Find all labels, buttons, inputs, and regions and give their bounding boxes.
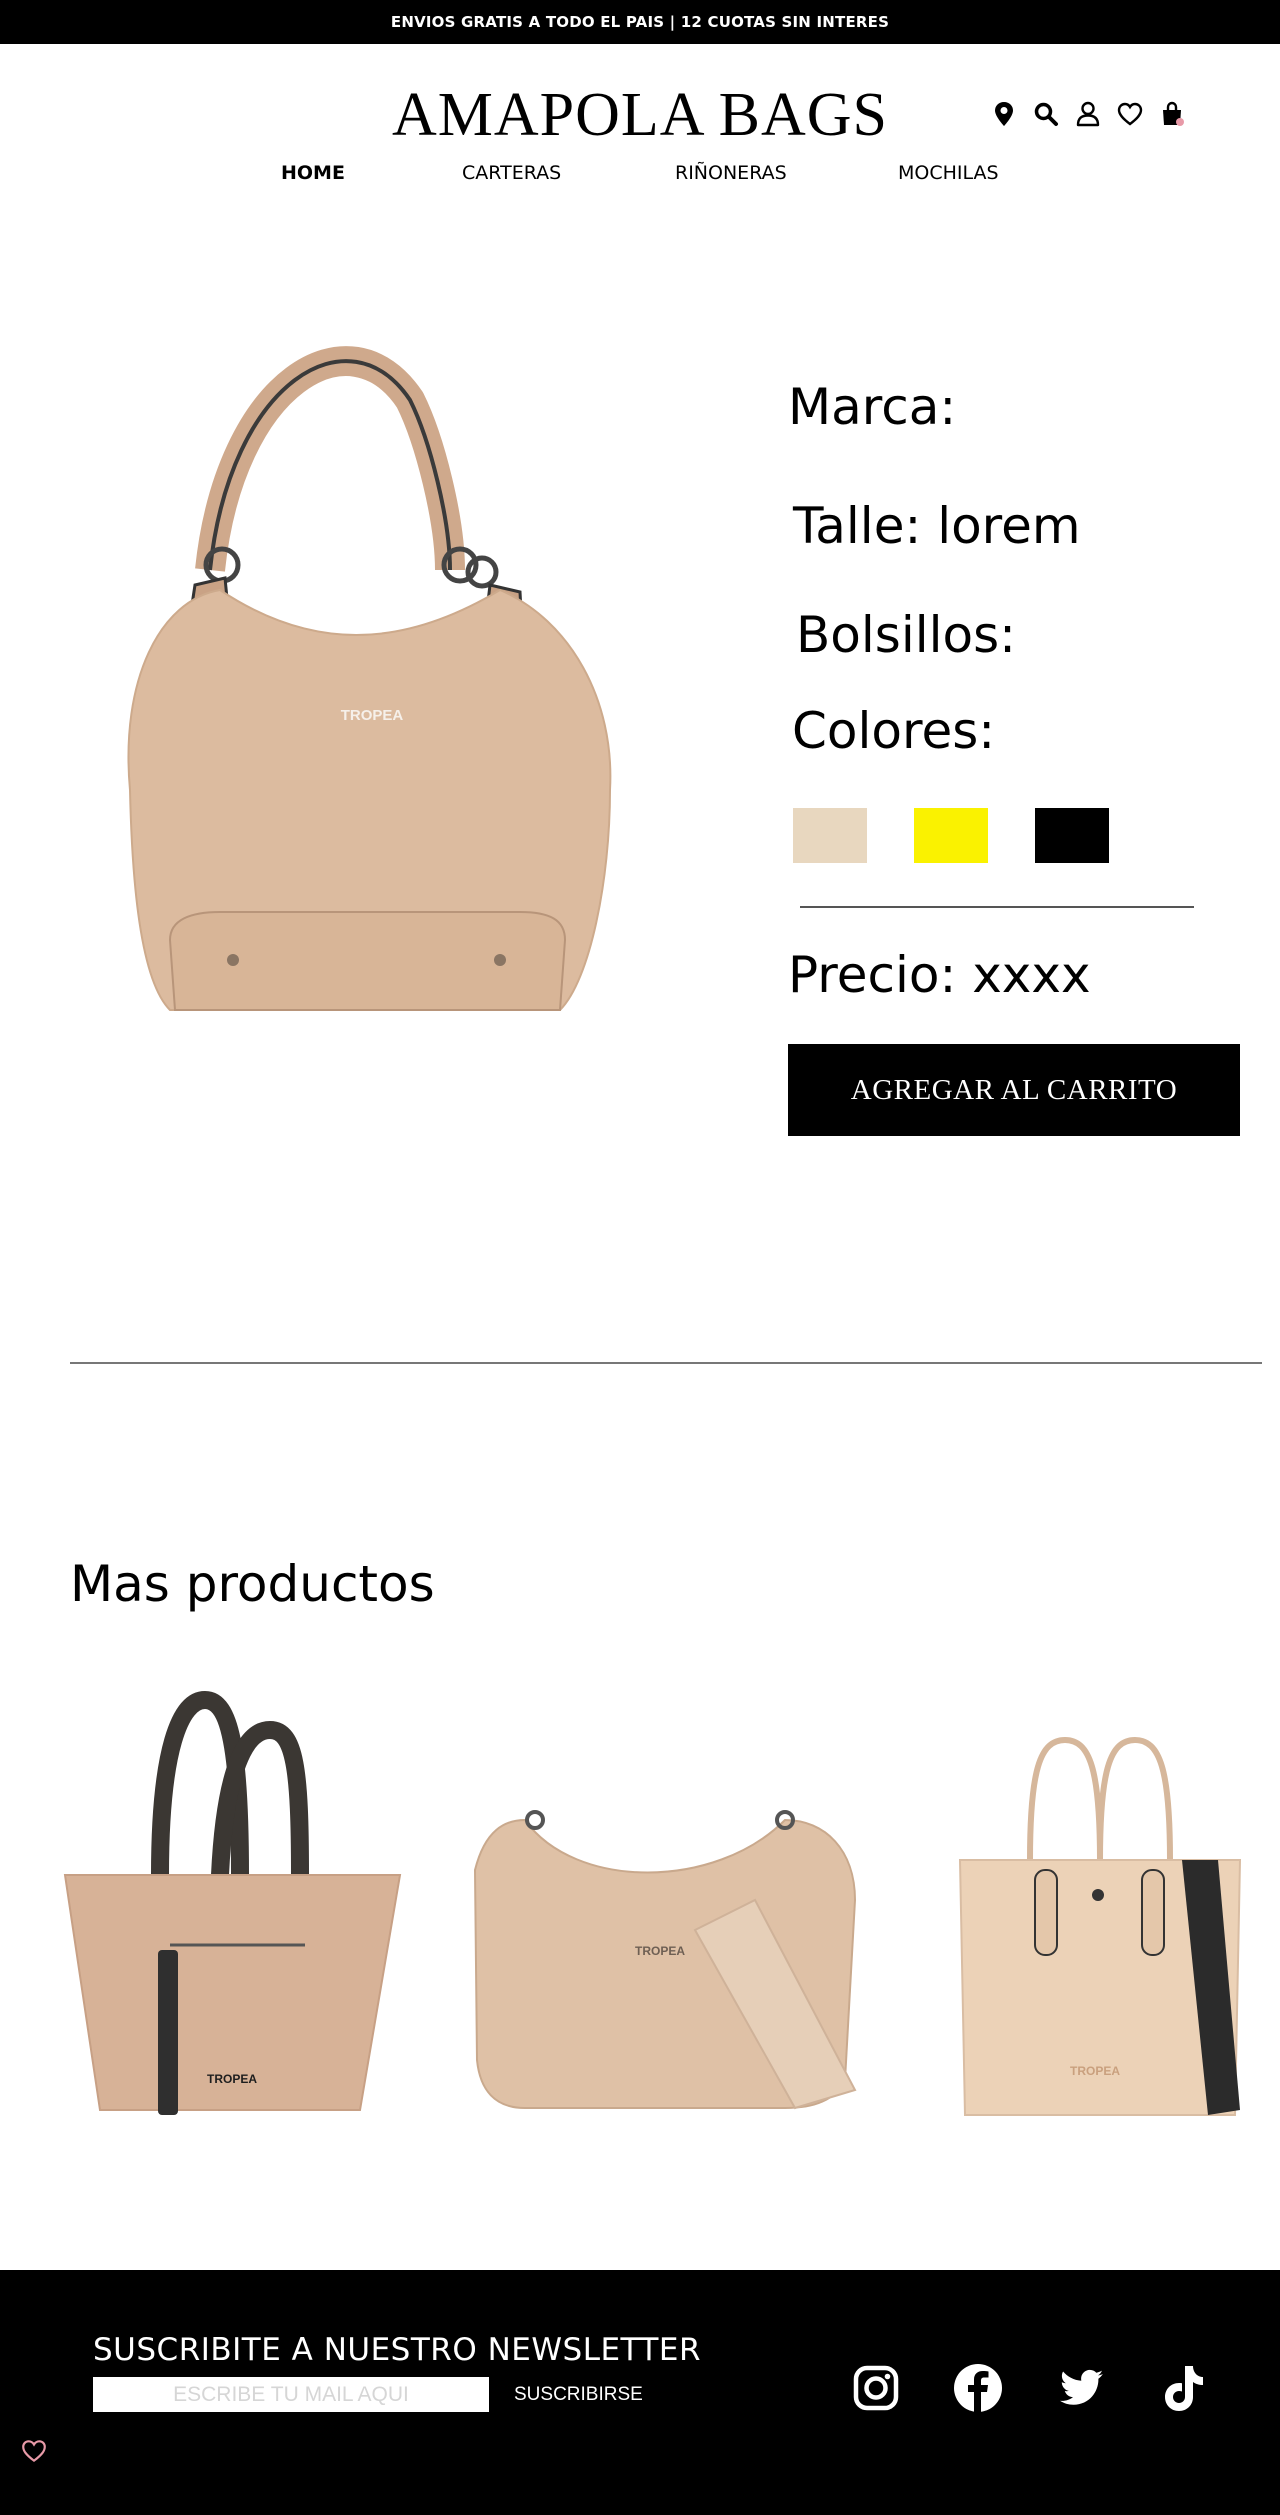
color-swatch-beige[interactable] xyxy=(793,808,867,863)
product-card-brand: TROPEA xyxy=(1070,2064,1120,2078)
product-card-brand: TROPEA xyxy=(207,2072,257,2086)
search-icon[interactable] xyxy=(1032,100,1060,128)
product-image-brand: TROPEA xyxy=(341,707,404,724)
promo-text: ENVIOS GRATIS A TODO EL PAIS | 12 CUOTAS… xyxy=(390,13,890,31)
nav-item-carteras[interactable]: CARTERAS xyxy=(462,162,561,184)
user-icon[interactable] xyxy=(1074,100,1102,128)
nav-item-mochilas[interactable]: MOCHILAS xyxy=(898,162,999,184)
newsletter-email-input[interactable] xyxy=(93,2377,489,2412)
product-card-brand: TROPEA xyxy=(635,1944,685,1958)
product-image[interactable]: TROPEA xyxy=(110,320,630,1040)
product-card[interactable]: TROPEA xyxy=(60,1690,405,2130)
cart-badge xyxy=(1176,118,1184,126)
subscribe-button[interactable]: SUSCRIBIRSE xyxy=(514,2378,643,2412)
shopping-bag-icon[interactable] xyxy=(1158,100,1186,128)
main-nav: HOME CARTERAS RIÑONERAS MOCHILAS xyxy=(0,162,1280,192)
section-divider xyxy=(70,1362,1262,1364)
product-pockets: Bolsillos: xyxy=(796,606,1016,664)
product-size: Talle: lorem xyxy=(793,497,1081,555)
add-to-cart-button[interactable]: AGREGAR AL CARRITO xyxy=(788,1044,1240,1136)
nav-item-rinoneras[interactable]: RIÑONERAS xyxy=(675,162,787,184)
product-price: Precio: xxxx xyxy=(788,946,1091,1004)
footer: SUSCRIBITE A NUESTRO NEWSLETTER SUSCRIBI… xyxy=(0,2270,1280,2515)
newsletter-title: SUSCRIBITE A NUESTRO NEWSLETTER xyxy=(93,2332,702,2368)
favorite-heart-icon[interactable] xyxy=(20,2438,48,2466)
color-swatch-yellow[interactable] xyxy=(914,808,988,863)
header-icons xyxy=(990,100,1186,128)
instagram-icon[interactable] xyxy=(848,2360,904,2416)
heart-icon[interactable] xyxy=(1116,100,1144,128)
location-icon[interactable] xyxy=(990,100,1018,128)
product-colors-label: Colores: xyxy=(792,702,996,760)
twitter-icon[interactable] xyxy=(1053,2360,1109,2416)
facebook-icon[interactable] xyxy=(950,2360,1006,2416)
product-brand: Marca: xyxy=(788,378,957,436)
divider xyxy=(800,906,1194,908)
nav-item-home[interactable]: HOME xyxy=(281,162,345,184)
color-swatch-black[interactable] xyxy=(1035,808,1109,863)
product-card[interactable]: TROPEA xyxy=(465,1790,865,2120)
promo-bar: ENVIOS GRATIS A TODO EL PAIS | 12 CUOTAS… xyxy=(0,0,1280,44)
product-card[interactable]: TROPEA xyxy=(950,1730,1250,2120)
more-products-title: Mas productos xyxy=(70,1555,435,1613)
tiktok-icon[interactable] xyxy=(1155,2360,1211,2416)
